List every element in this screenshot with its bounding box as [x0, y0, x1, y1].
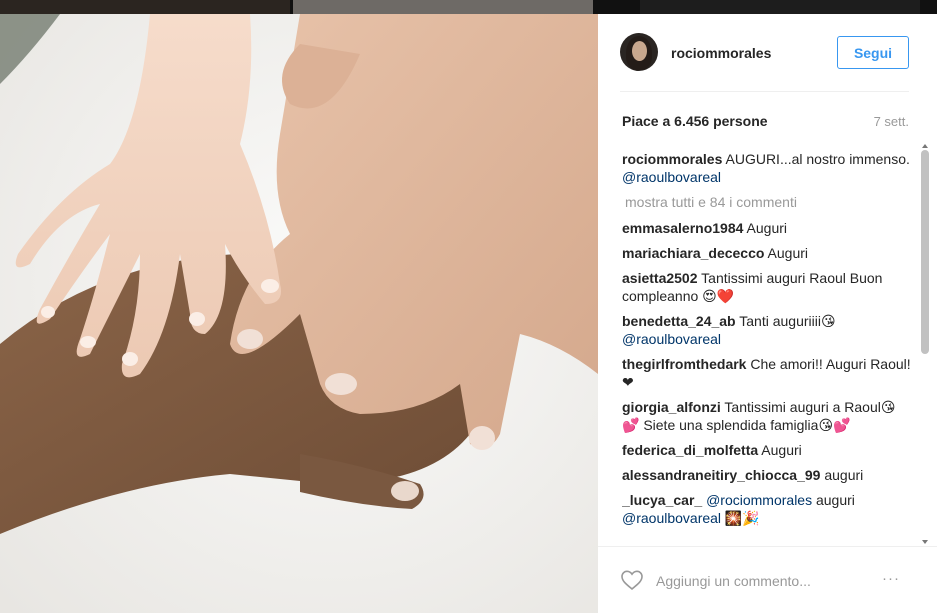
comments-list[interactable]: rociommorales AUGURI...al nostro immenso…	[622, 150, 912, 544]
comment-text: auguri	[820, 467, 864, 483]
post-side-panel: rociommorales Segui Piace a 6.456 person…	[598, 14, 937, 613]
top-strip	[0, 0, 937, 14]
comment-text: auguri	[812, 492, 855, 508]
comment-item: giorgia_alfonzi Tantissimi auguri a Raou…	[622, 398, 912, 434]
divider	[620, 91, 909, 92]
comment-text: Auguri	[758, 442, 802, 458]
comment-text: Auguri	[764, 245, 809, 261]
divider	[598, 546, 937, 547]
comment-text: 🎇🎉	[721, 510, 760, 526]
mention-link[interactable]: @raoulbovareal	[622, 169, 721, 185]
comment-item: federica_di_molfetta Auguri	[622, 441, 912, 459]
comment-item: mariachiara_dececco Auguri	[622, 244, 912, 262]
comment-user[interactable]: mariachiara_dececco	[622, 245, 764, 261]
likes-count[interactable]: Piace a 6.456 persone	[622, 113, 768, 129]
comment-item: asietta2502 Tantissimi auguri Raoul Buon…	[622, 269, 912, 305]
comment-item: thegirlfromthedark Che amori!! Auguri Ra…	[622, 355, 912, 391]
comment-text: Auguri	[743, 220, 788, 236]
mention-link[interactable]: @raoulbovareal	[622, 510, 721, 526]
add-comment-input[interactable]	[656, 570, 866, 592]
comment-text: AUGURI...al nostro immenso.	[722, 151, 910, 167]
heart-outline-icon[interactable]	[620, 569, 644, 591]
comment-user[interactable]: federica_di_molfetta	[622, 442, 758, 458]
show-all-comments-link[interactable]: mostra tutti e 84 i commenti	[625, 193, 912, 211]
avatar[interactable]	[620, 33, 658, 71]
post-photo	[0, 14, 598, 613]
scroll-thumb[interactable]	[921, 150, 929, 354]
comment-user[interactable]: giorgia_alfonzi	[622, 399, 721, 415]
comment-item: benedetta_24_ab Tanti auguriiii😘 @raoulbo…	[622, 312, 912, 348]
comment-item: emmasalerno1984 Auguri	[622, 219, 912, 237]
post-header: rociommorales Segui	[598, 14, 937, 92]
mention-link[interactable]: @rociommorales	[706, 492, 812, 508]
username-link[interactable]: rociommorales	[671, 45, 771, 61]
comment-user[interactable]: _lucya_car_	[622, 492, 702, 508]
comment-item: _lucya_car_ @rociommorales auguri @raoul…	[622, 491, 912, 527]
scroll-up-arrow-icon[interactable]	[922, 144, 928, 148]
more-options-icon[interactable]: ···	[882, 570, 900, 587]
comment-user[interactable]: benedetta_24_ab	[622, 313, 736, 329]
follow-button[interactable]: Segui	[837, 36, 909, 69]
comment-user[interactable]: rociommorales	[622, 151, 722, 167]
comment-user[interactable]: thegirlfromthedark	[622, 356, 746, 372]
mention-link[interactable]: @raoulbovareal	[622, 331, 721, 347]
comment-user[interactable]: emmasalerno1984	[622, 220, 743, 236]
post-date[interactable]: 7 sett.	[874, 114, 909, 129]
comments-scrollbar[interactable]	[920, 144, 930, 546]
comment-user[interactable]: asietta2502	[622, 270, 698, 286]
comment-user[interactable]: alessandraneitiry_chiocca_99	[622, 467, 820, 483]
comment-text: Tanti auguriiii😘	[735, 313, 836, 329]
scroll-down-arrow-icon[interactable]	[922, 540, 928, 544]
caption: rociommorales AUGURI...al nostro immenso…	[622, 150, 912, 186]
comment-item: alessandraneitiry_chiocca_99 auguri	[622, 466, 912, 484]
